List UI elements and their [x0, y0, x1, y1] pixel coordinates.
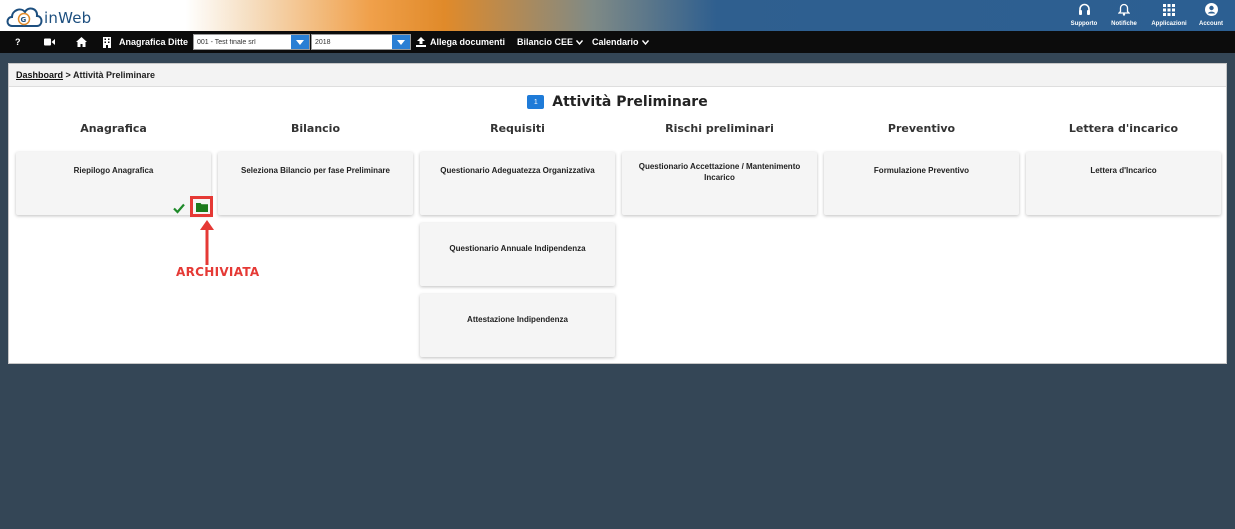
card-label: Formulazione Preventivo	[873, 166, 970, 175]
video-camera-icon[interactable]	[44, 31, 55, 53]
applicazioni-button[interactable]: Applicazioni	[1145, 2, 1193, 30]
notifiche-button[interactable]: Notifiche	[1103, 2, 1145, 30]
applicazioni-label: Applicazioni	[1151, 21, 1187, 27]
page-title-text: Attività Preliminare	[552, 94, 708, 110]
notifiche-label: Notifiche	[1111, 21, 1137, 27]
card-label: Questionario Accettazione / Mantenimento…	[638, 162, 801, 182]
column-heading-bilancio: Bilancio	[290, 122, 341, 135]
column-heading-preventivo: Preventivo	[887, 122, 956, 135]
breadcrumb-separator: >	[65, 70, 71, 80]
archiviata-annotation: ARCHIVIATA	[176, 265, 260, 279]
building-icon	[103, 31, 111, 53]
card-label: Riepilogo Anagrafica	[73, 166, 154, 175]
account-icon	[1204, 2, 1218, 17]
breadcrumb: Dashboard > Attività Preliminare	[9, 64, 1226, 87]
calendario-menu[interactable]: Calendario	[592, 31, 649, 53]
card-lettera-incarico[interactable]: Lettera d'Incarico	[1026, 152, 1221, 215]
upload-icon	[416, 31, 426, 53]
bilancio-cee-menu[interactable]: Bilancio CEE	[517, 31, 584, 53]
supporto-label: Supporto	[1070, 21, 1098, 27]
card-label: Questionario Annuale Indipendenza	[449, 244, 586, 253]
logo-text: inWeb	[44, 9, 92, 27]
column-heading-anagrafica: Anagrafica	[80, 122, 147, 135]
chevron-down-icon	[641, 37, 649, 47]
card-label: Seleziona Bilancio per fase Preliminare	[241, 166, 390, 175]
card-questionario-adeguatezza[interactable]: Questionario Adeguatezza Organizzativa	[420, 152, 615, 215]
card-label: Lettera d'Incarico	[1090, 166, 1157, 175]
check-icon	[173, 199, 185, 214]
archive-folder-button[interactable]	[190, 196, 213, 217]
allega-documenti-button[interactable]: Allega documenti	[430, 31, 505, 53]
card-attestazione-indipendenza[interactable]: Attestazione Indipendenza	[420, 294, 615, 357]
step-badge: 1	[527, 95, 545, 109]
account-label: Account	[1199, 21, 1223, 27]
cloud-logo-icon: G	[6, 7, 43, 27]
home-icon[interactable]	[76, 31, 87, 53]
card-formulazione-preventivo[interactable]: Formulazione Preventivo	[824, 152, 1019, 215]
year-select[interactable]: 2018	[311, 34, 411, 50]
svg-text:G: G	[21, 16, 27, 24]
bilancio-cee-label: Bilancio CEE	[517, 37, 574, 47]
app-header: G inWeb Supporto Notifiche Applicazioni	[0, 0, 1235, 31]
column-heading-lettera-incarico: Lettera d'incarico	[1068, 122, 1179, 135]
annotation-arrow	[200, 220, 214, 265]
main-toolbar: ? Anagrafica Ditte 001 - Test finale srl…	[0, 31, 1235, 53]
supporto-button[interactable]: Supporto	[1065, 2, 1103, 30]
calendario-label: Calendario	[592, 37, 639, 47]
column-heading-rischi-preliminari: Rischi preliminari	[665, 122, 774, 135]
column-heading-requisiti: Requisiti	[490, 122, 545, 135]
card-riepilogo-anagrafica[interactable]: Riepilogo Anagrafica	[16, 152, 213, 217]
company-select-value: 001 - Test finale srl	[197, 38, 256, 46]
card-label: Questionario Adeguatezza Organizzativa	[440, 166, 595, 175]
chevron-down-icon	[575, 37, 584, 47]
help-button[interactable]: ?	[15, 31, 21, 53]
account-button[interactable]: Account	[1193, 2, 1229, 30]
folder-icon	[195, 202, 208, 212]
main-panel: Dashboard > Attività Preliminare 1 Attiv…	[8, 63, 1227, 364]
breadcrumb-current: Attività Preliminare	[72, 70, 155, 80]
company-select[interactable]: 001 - Test finale srl	[193, 34, 310, 50]
headset-icon	[1078, 2, 1091, 17]
year-select-value: 2018	[315, 38, 331, 46]
breadcrumb-dashboard-link[interactable]: Dashboard	[16, 70, 63, 80]
anagrafica-ditte-label[interactable]: Anagrafica Ditte	[119, 31, 188, 53]
card-seleziona-bilancio[interactable]: Seleziona Bilancio per fase Preliminare	[218, 152, 413, 215]
card-questionario-annuale-indipendenza[interactable]: Questionario Annuale Indipendenza	[420, 223, 615, 286]
apps-grid-icon	[1163, 2, 1175, 17]
app-logo[interactable]: G inWeb	[4, 1, 96, 31]
card-questionario-accettazione[interactable]: Questionario Accettazione / Mantenimento…	[622, 152, 817, 215]
chevron-down-icon[interactable]	[291, 35, 309, 49]
chevron-down-icon[interactable]	[392, 35, 410, 49]
card-label: Attestazione Indipendenza	[467, 315, 568, 324]
bell-icon	[1118, 2, 1130, 17]
page-title: 1 Attività Preliminare	[9, 91, 1226, 113]
